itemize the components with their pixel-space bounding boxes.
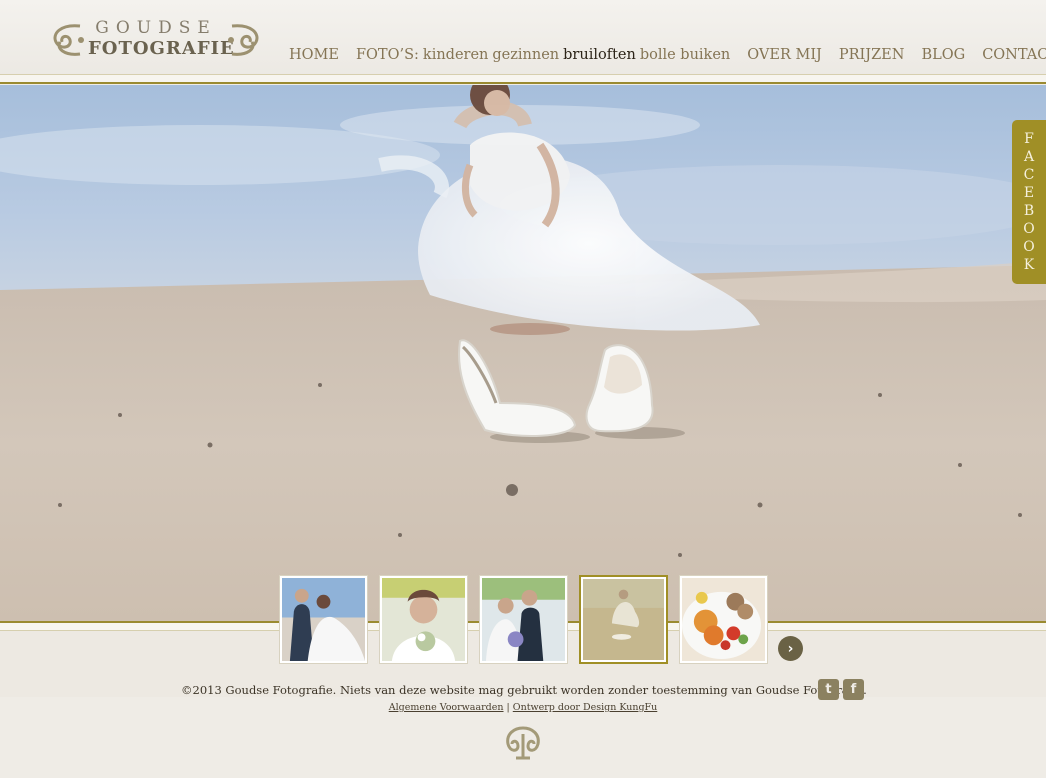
facebook-tab-letter: K: [1023, 257, 1035, 273]
facebook-tab-letter: E: [1023, 185, 1035, 201]
nav-fotos-bolle-buiken[interactable]: bolle buiken: [640, 47, 730, 63]
nav-prijzen[interactable]: PRIJZEN: [839, 47, 905, 63]
ornament-right-icon: [228, 24, 259, 56]
logo-text-bottom: FOTOGRAFIE: [88, 38, 235, 59]
nav-fotos-group: FOTO’S: kinderen gezinnen bruiloften bol…: [356, 47, 730, 63]
twitter-icon[interactable]: t: [818, 679, 839, 700]
design-credit-link[interactable]: Ontwerp door Design KungFu: [513, 702, 658, 713]
social-links: t f: [818, 679, 868, 700]
nav-over-mij[interactable]: OVER MIJ: [747, 47, 822, 63]
header-rule: [0, 74, 1046, 84]
nav-contact[interactable]: CONTACT: [982, 47, 1046, 63]
facebook-tab[interactable]: FACEBOOK: [1012, 120, 1046, 284]
footer-links: Algemene Voorwaarden | Ontwerp door Desi…: [0, 702, 1046, 713]
nav-fotos-gezinnen[interactable]: gezinnen: [492, 47, 559, 63]
main-nav: HOME FOTO’S: kinderen gezinnen bruilofte…: [289, 44, 1046, 66]
facebook-tab-letter: B: [1023, 203, 1035, 219]
nav-fotos-label[interactable]: FOTO’S:: [356, 47, 419, 63]
facebook-tab-letter: A: [1023, 149, 1035, 165]
thumbnail-couple-beach[interactable]: [279, 575, 368, 664]
thumbnail-bride-sand[interactable]: [579, 575, 668, 664]
footer-ornament-icon: [506, 726, 540, 760]
thumbnail-strip: [279, 575, 779, 664]
chevron-right-icon[interactable]: ›: [778, 636, 803, 661]
thumbnail-couple-standing[interactable]: [479, 575, 568, 664]
facebook-icon[interactable]: f: [843, 679, 864, 700]
thumbnail-food-plate[interactable]: [679, 575, 768, 664]
ornament-left-icon: [53, 24, 84, 56]
site-header: GOUDSE FOTOGRAFIE HOME FOTO’S: kinderen …: [0, 0, 1046, 84]
facebook-tab-letter: O: [1023, 221, 1035, 237]
terms-link[interactable]: Algemene Voorwaarden: [389, 702, 504, 713]
copyright-text: ©2013 Goudse Fotografie. Niets van deze …: [181, 683, 867, 697]
site-logo[interactable]: GOUDSE FOTOGRAFIE: [50, 16, 262, 68]
nav-fotos-kinderen[interactable]: kinderen: [423, 47, 488, 63]
footer-link-separator: |: [506, 702, 510, 713]
nav-fotos-bruiloften[interactable]: bruiloften: [563, 47, 636, 63]
hero-image: [0, 85, 1046, 621]
nav-blog[interactable]: BLOG: [921, 47, 965, 63]
facebook-tab-letter: F: [1024, 131, 1034, 147]
facebook-tab-letter: O: [1023, 239, 1035, 255]
thumbnail-bride-bouquet[interactable]: [379, 575, 468, 664]
logo-text-top: GOUDSE: [95, 18, 217, 38]
facebook-tab-letter: C: [1023, 167, 1035, 183]
nav-home[interactable]: HOME: [289, 47, 339, 63]
